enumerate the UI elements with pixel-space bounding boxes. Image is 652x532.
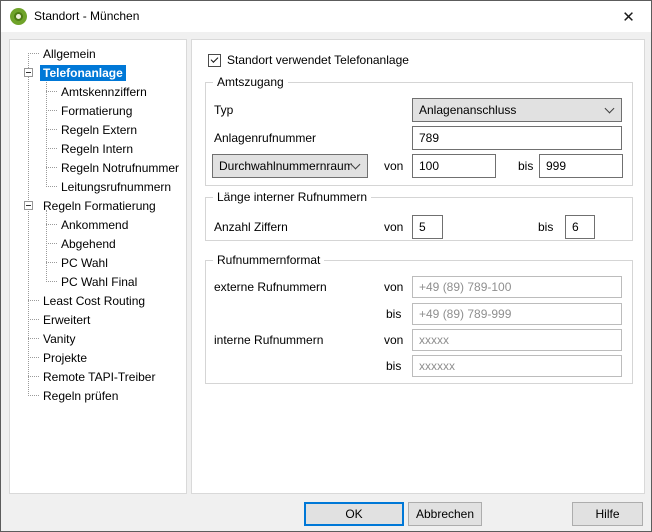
tree-item-regeln-intern[interactable]: Regeln Intern: [10, 139, 186, 158]
close-icon[interactable]: ✕: [606, 1, 651, 32]
anzahl-bis-label: bis: [538, 215, 553, 239]
standort-app-icon: [10, 8, 27, 25]
tree-item-least-cost-routing[interactable]: Least Cost Routing: [10, 291, 186, 310]
collapse-icon[interactable]: [24, 68, 33, 77]
tree-item-formatierung[interactable]: Formatierung: [10, 101, 186, 120]
interne-bis-label: bis: [386, 355, 401, 377]
tree-item-abgehend[interactable]: Abgehend: [10, 234, 186, 253]
checkmark-icon: [211, 55, 219, 63]
interne-von-label: von: [384, 329, 403, 351]
externe-bis-label: bis: [386, 303, 401, 325]
settings-tree-panel: Allgemein Telefonanlage Amtskennziffern …: [9, 39, 187, 494]
collapse-icon[interactable]: [24, 201, 33, 210]
durchwahl-bis-input[interactable]: [539, 154, 623, 178]
durchwahl-range-combobox-value: Durchwahlnummernraum: [219, 159, 352, 173]
ok-button[interactable]: OK: [304, 502, 404, 526]
tree-item-telefonanlage[interactable]: Telefonanlage: [10, 63, 186, 82]
telefonanlage-settings-panel: Standort verwendet Telefonanlage Amtszug…: [191, 39, 645, 494]
cancel-button[interactable]: Abbrechen: [408, 502, 482, 526]
typ-combobox-value: Anlagenanschluss: [419, 103, 606, 117]
typ-label: Typ: [214, 98, 233, 122]
laenge-group-title: Länge interner Rufnummern: [213, 190, 371, 205]
window-title: Standort - München: [34, 1, 139, 32]
externe-von-label: von: [384, 276, 403, 298]
uses-pbx-checkbox-label: Standort verwendet Telefonanlage: [227, 54, 409, 67]
durchwahl-von-input[interactable]: [412, 154, 496, 178]
tree-item-pc-wahl-final[interactable]: PC Wahl Final: [10, 272, 186, 291]
interne-von-input[interactable]: [412, 329, 622, 351]
durchwahl-range-combobox[interactable]: Durchwahlnummernraum: [212, 154, 368, 178]
anlagenrufnummer-label: Anlagenrufnummer: [214, 126, 316, 150]
amtszugang-group-title: Amtszugang: [213, 75, 288, 90]
tree-item-ankommend[interactable]: Ankommend: [10, 215, 186, 234]
tree-item-remote-tapi-treiber[interactable]: Remote TAPI-Treiber: [10, 367, 186, 386]
tree-item-pc-wahl[interactable]: PC Wahl: [10, 253, 186, 272]
chevron-down-icon: [351, 160, 361, 170]
anlagenrufnummer-input[interactable]: [412, 126, 622, 150]
tree-item-erweitert[interactable]: Erweitert: [10, 310, 186, 329]
tree-item-allgemein[interactable]: Allgemein: [10, 44, 186, 63]
rufnummernformat-group-title: Rufnummernformat: [213, 253, 324, 268]
durchwahl-von-label: von: [384, 154, 403, 178]
anzahl-von-label: von: [384, 215, 403, 239]
tree-item-amtskennziffern[interactable]: Amtskennziffern: [10, 82, 186, 101]
chevron-down-icon: [605, 104, 615, 114]
anzahl-bis-input[interactable]: [565, 215, 595, 239]
titlebar: Standort - München ✕: [1, 1, 651, 32]
externe-von-input[interactable]: [412, 276, 622, 298]
tree-item-leitungsrufnummern[interactable]: Leitungsrufnummern: [10, 177, 186, 196]
standort-dialog: Standort - München ✕ Allgemein Telefonan…: [0, 0, 652, 532]
anzahl-ziffern-label: Anzahl Ziffern: [214, 215, 288, 239]
externe-bis-input[interactable]: [412, 303, 622, 325]
uses-pbx-checkbox[interactable]: [208, 54, 221, 67]
tree-item-regeln-pruefen[interactable]: Regeln prüfen: [10, 386, 186, 405]
durchwahl-bis-label: bis: [518, 154, 533, 178]
settings-tree: Allgemein Telefonanlage Amtskennziffern …: [10, 40, 186, 493]
tree-item-regeln-extern[interactable]: Regeln Extern: [10, 120, 186, 139]
tree-item-regeln-formatierung[interactable]: Regeln Formatierung: [10, 196, 186, 215]
help-button[interactable]: Hilfe: [572, 502, 643, 526]
tree-item-projekte[interactable]: Projekte: [10, 348, 186, 367]
tree-item-regeln-notrufnummer[interactable]: Regeln Notrufnummer: [10, 158, 186, 177]
tree-item-vanity[interactable]: Vanity: [10, 329, 186, 348]
interne-rufnummern-label: interne Rufnummern: [214, 329, 323, 351]
externe-rufnummern-label: externe Rufnummern: [214, 276, 327, 298]
interne-bis-input[interactable]: [412, 355, 622, 377]
anzahl-von-input[interactable]: [412, 215, 443, 239]
typ-combobox[interactable]: Anlagenanschluss: [412, 98, 622, 122]
